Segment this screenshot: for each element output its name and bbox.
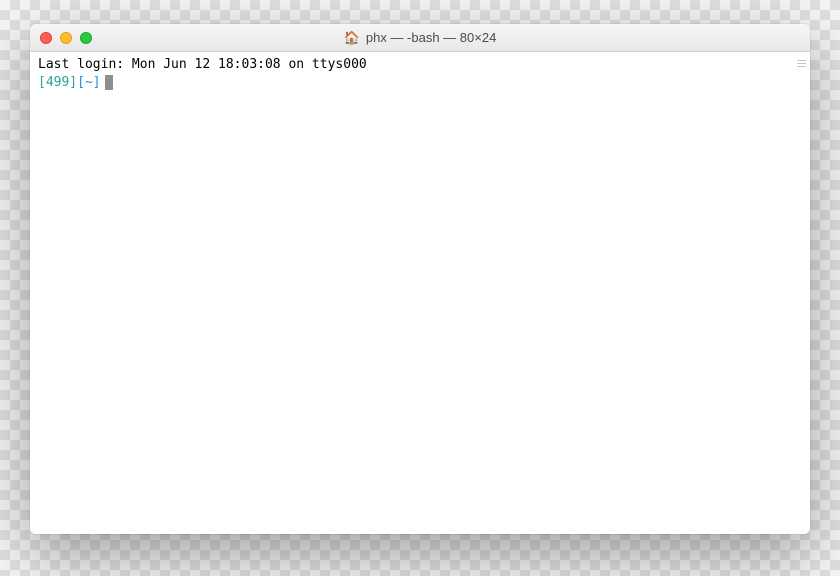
prompt-line: [499][~] (38, 74, 802, 92)
prompt-history-number: [499] (38, 74, 77, 92)
maximize-button[interactable] (80, 32, 92, 44)
cursor (105, 75, 113, 90)
home-icon: 🏠 (344, 31, 360, 44)
titlebar[interactable]: 🏠 phx — -bash — 80×24 (30, 24, 810, 52)
scroll-indicator-icon (797, 58, 806, 67)
window-title: 🏠 phx — -bash — 80×24 (30, 30, 810, 45)
login-message: Last login: Mon Jun 12 18:03:08 on ttys0… (38, 56, 802, 74)
traffic-lights (30, 32, 92, 44)
terminal-content[interactable]: Last login: Mon Jun 12 18:03:08 on ttys0… (30, 52, 810, 534)
minimize-button[interactable] (60, 32, 72, 44)
window-title-text: phx — -bash — 80×24 (366, 30, 496, 45)
close-button[interactable] (40, 32, 52, 44)
prompt-path: [~] (77, 74, 100, 92)
terminal-window: 🏠 phx — -bash — 80×24 Last login: Mon Ju… (30, 24, 810, 534)
